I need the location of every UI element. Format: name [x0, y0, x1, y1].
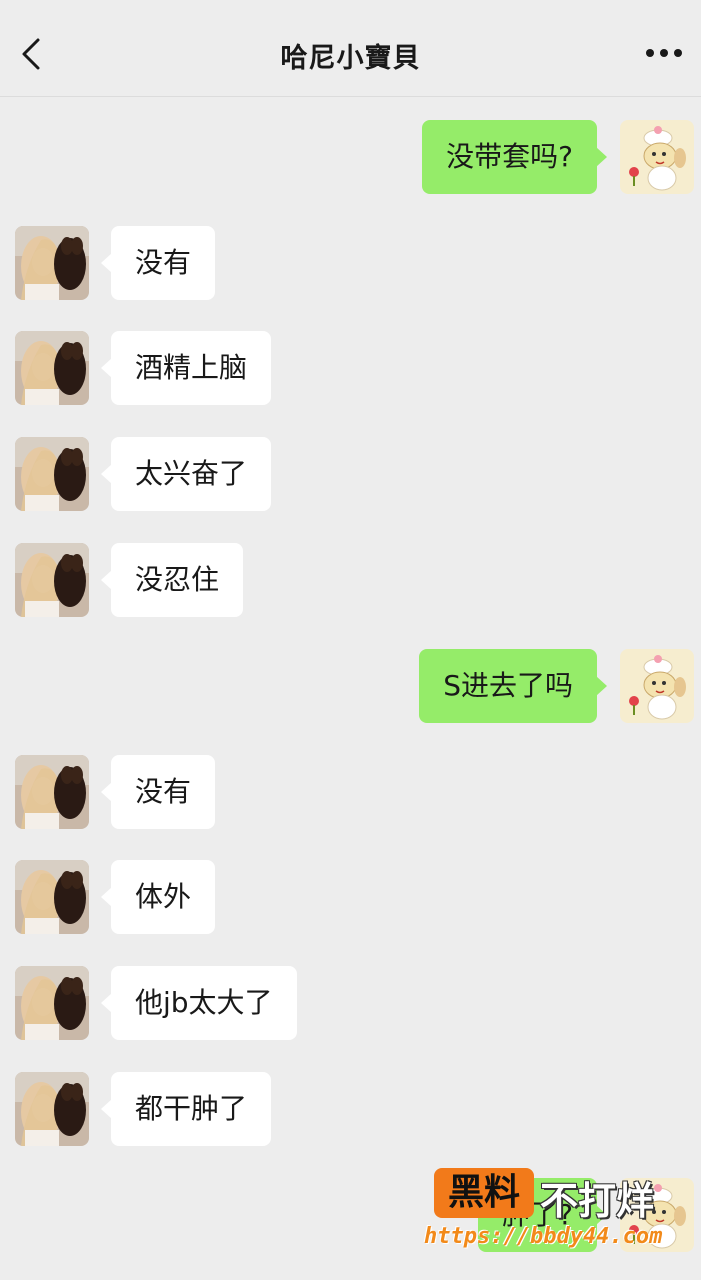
contact-avatar-photo [15, 755, 89, 829]
contact-avatar[interactable] [15, 543, 89, 617]
watermark-url: https://bbdy44.com [424, 1224, 663, 1249]
contact-avatar[interactable] [15, 860, 89, 934]
self-avatar[interactable] [620, 120, 694, 194]
chat-header: 哈尼小寶貝 [0, 0, 701, 97]
message-bubble[interactable]: 没带套吗? [422, 120, 607, 194]
more-horizontal-icon [646, 49, 682, 57]
watermark: 黑料 不打烊 https://bbdy44.com [424, 1166, 690, 1266]
message-row-incoming: 体外 [0, 860, 701, 936]
contact-avatar[interactable] [15, 437, 89, 511]
message-bubble[interactable]: 太兴奋了 [100, 437, 272, 511]
contact-avatar[interactable] [15, 1072, 89, 1146]
message-bubble[interactable]: 没忍住 [100, 543, 244, 617]
contact-avatar-photo [15, 437, 89, 511]
message-row-outgoing: 没带套吗? [0, 120, 701, 196]
chat-title: 哈尼小寶貝 [280, 43, 421, 74]
message-bubble[interactable]: 没有 [100, 226, 216, 300]
message-row-incoming: 酒精上脑 [0, 331, 701, 407]
contact-avatar-photo [15, 226, 89, 300]
self-avatar-illustration [620, 649, 694, 723]
message-bubble[interactable]: 他jb太大了 [101, 966, 297, 1040]
message-row-incoming: 没有 [0, 755, 701, 831]
self-avatar[interactable] [620, 649, 694, 723]
contact-avatar[interactable] [15, 226, 89, 300]
contact-avatar-photo [15, 860, 89, 934]
message-row-incoming: 没有 [0, 226, 701, 302]
self-avatar-illustration [620, 120, 694, 194]
contact-avatar[interactable] [15, 755, 89, 829]
message-row-outgoing: S进去了吗 [0, 649, 701, 725]
contact-avatar-photo [15, 1072, 89, 1146]
contact-avatar[interactable] [15, 331, 89, 405]
message-bubble[interactable]: 都干肿了 [100, 1072, 272, 1146]
message-bubble[interactable]: 体外 [100, 860, 216, 934]
message-bubble[interactable]: 没有 [100, 755, 216, 829]
message-row-incoming: 太兴奋了 [0, 437, 701, 513]
message-row-incoming: 他jb太大了 [0, 966, 701, 1042]
watermark-text: 不打烊 [540, 1179, 655, 1223]
message-row-incoming: 都干肿了 [0, 1072, 701, 1148]
contact-avatar[interactable] [15, 966, 89, 1040]
watermark-badge: 黑料 [434, 1168, 534, 1218]
contact-avatar-photo [15, 331, 89, 405]
message-row-incoming: 没忍住 [0, 543, 701, 619]
message-bubble[interactable]: S进去了吗 [419, 649, 607, 723]
message-bubble[interactable]: 酒精上脑 [100, 331, 272, 405]
more-options-button[interactable] [641, 38, 687, 68]
contact-avatar-photo [15, 966, 89, 1040]
contact-avatar-photo [15, 543, 89, 617]
